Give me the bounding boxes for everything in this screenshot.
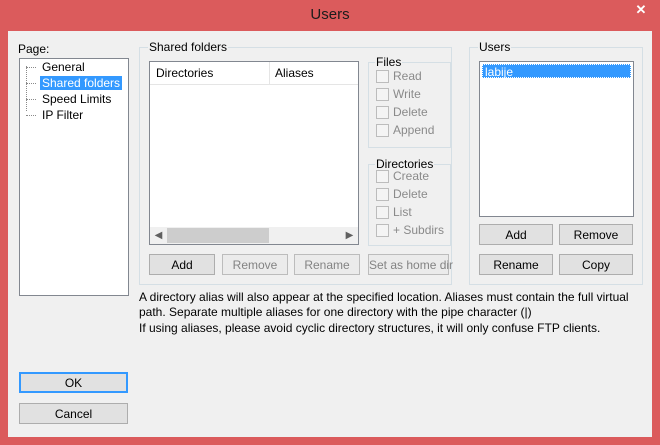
window-title: Users [310,6,350,23]
scroll-right-icon[interactable]: ▶ [341,227,358,244]
write-checkbox-label: Write [393,87,421,101]
create-checkbox-label: Create [393,169,430,183]
alias-info-line-1: A directory alias will also appear at th… [139,290,629,304]
checkbox-box[interactable] [376,188,389,201]
files-label: Files [375,55,403,69]
checkbox-box[interactable] [376,206,389,219]
column-directories[interactable]: Directories [156,66,213,80]
delete-dir-checkbox-label: Delete [393,187,428,201]
read-checkbox-label: Read [393,69,422,83]
checkbox-box[interactable] [376,224,389,237]
checkbox-box[interactable] [376,106,389,119]
column-aliases[interactable]: Aliases [275,66,314,80]
users-dialog-window: Users ✕ Page: General Shared folders Spe… [0,0,660,445]
shared-folders-list[interactable]: Directories Aliases ◀ ▶ [149,61,359,245]
page-tree[interactable]: General Shared folders Speed Limits IP F… [19,58,129,296]
ok-button[interactable]: OK [19,372,128,393]
set-home-dir-button[interactable]: Set as home dir [368,254,453,275]
remove-folder-button[interactable]: Remove [222,254,288,275]
dialog-client-area: Page: General Shared folders Speed Limit… [8,31,652,437]
copy-user-button[interactable]: Copy [559,254,633,275]
alias-info-line-3: If using aliases, please avoid cyclic di… [139,321,601,335]
title-bar[interactable]: Users ✕ [0,0,660,30]
horizontal-scrollbar[interactable]: ◀ ▶ [150,227,358,244]
users-label: Users [478,40,512,54]
users-list[interactable]: labije [479,61,634,217]
add-user-button[interactable]: Add [479,224,553,245]
add-folder-button[interactable]: Add [149,254,215,275]
tree-item-shared-folders[interactable]: Shared folders [40,76,123,90]
tree-item-speed-limits[interactable]: Speed Limits [40,92,113,106]
page-label: Page: [18,42,50,56]
append-checkbox-label: Append [393,123,435,137]
rename-folder-button[interactable]: Rename [294,254,360,275]
rename-user-button[interactable]: Rename [479,254,553,275]
user-list-item[interactable]: labije [482,64,631,79]
tree-item-general[interactable]: General [40,60,87,74]
checkbox-box[interactable] [376,170,389,183]
tree-branch-line [26,115,36,116]
alias-info-line-2: path. Separate multiple aliases for one … [139,305,532,319]
scrollbar-thumb[interactable] [167,228,269,243]
tree-branch-line [26,99,36,100]
shared-folders-label: Shared folders [148,40,229,54]
tree-connector-line [26,66,39,111]
list-checkbox-label: List [393,205,412,219]
delete-file-checkbox-label: Delete [393,105,428,119]
checkbox-box[interactable] [376,124,389,137]
cancel-button[interactable]: Cancel [19,403,128,424]
list-header: Directories Aliases [150,62,358,85]
checkbox-box[interactable] [376,88,389,101]
tree-branch-line [26,83,36,84]
subdirs-checkbox-label: + Subdirs [393,223,445,237]
tree-branch-line [26,67,36,68]
checkbox-box[interactable] [376,70,389,83]
scroll-left-icon[interactable]: ◀ [150,227,167,244]
close-icon[interactable]: ✕ [628,0,654,20]
column-separator[interactable] [269,62,270,84]
remove-user-button[interactable]: Remove [559,224,633,245]
tree-item-ip-filter[interactable]: IP Filter [40,108,85,122]
